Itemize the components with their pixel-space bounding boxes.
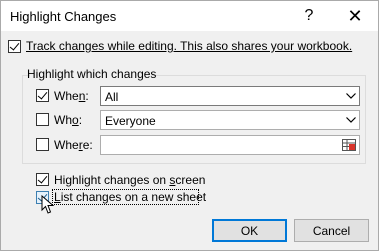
close-icon: ✕ (347, 5, 363, 26)
mouse-cursor-icon (41, 195, 55, 214)
dialog-title: Highlight Changes (10, 9, 117, 24)
close-button[interactable]: ✕ (333, 1, 377, 31)
track-changes-checkbox[interactable] (8, 40, 21, 53)
group-label: Highlight which changes (27, 67, 157, 81)
where-input[interactable] (100, 135, 360, 155)
where-label[interactable]: Where: (54, 138, 93, 152)
chevron-down-icon[interactable] (341, 87, 359, 105)
chevron-down-icon[interactable] (341, 111, 359, 129)
when-select[interactable]: All (100, 86, 360, 106)
who-select[interactable]: Everyone (100, 110, 360, 130)
ok-button-label: OK (240, 223, 259, 238)
help-button[interactable]: ? (287, 1, 331, 31)
ok-button[interactable]: OK (212, 219, 287, 242)
highlight-changes-dialog: Highlight Changes ? ✕ Track changes whil… (0, 0, 379, 251)
highlight-on-screen-checkbox[interactable] (36, 173, 49, 186)
when-checkbox[interactable] (36, 89, 49, 102)
track-changes-label[interactable]: Track changes while editing. This also s… (26, 39, 352, 53)
title-bar: Highlight Changes ? ✕ (1, 1, 378, 31)
list-on-new-sheet-label[interactable]: List changes on a new sheet (54, 190, 206, 204)
who-value: Everyone (105, 114, 156, 128)
who-checkbox[interactable] (36, 113, 49, 126)
who-label[interactable]: Who: (54, 113, 82, 127)
when-label[interactable]: When: (54, 89, 89, 103)
where-checkbox[interactable] (36, 138, 49, 151)
range-select-icon[interactable] (339, 136, 359, 154)
cancel-button-label: Cancel (312, 223, 351, 238)
when-value: All (105, 90, 119, 104)
highlight-on-screen-label[interactable]: Highlight changes on screen (54, 173, 205, 187)
help-icon: ? (304, 7, 314, 24)
cancel-button[interactable]: Cancel (294, 219, 369, 242)
